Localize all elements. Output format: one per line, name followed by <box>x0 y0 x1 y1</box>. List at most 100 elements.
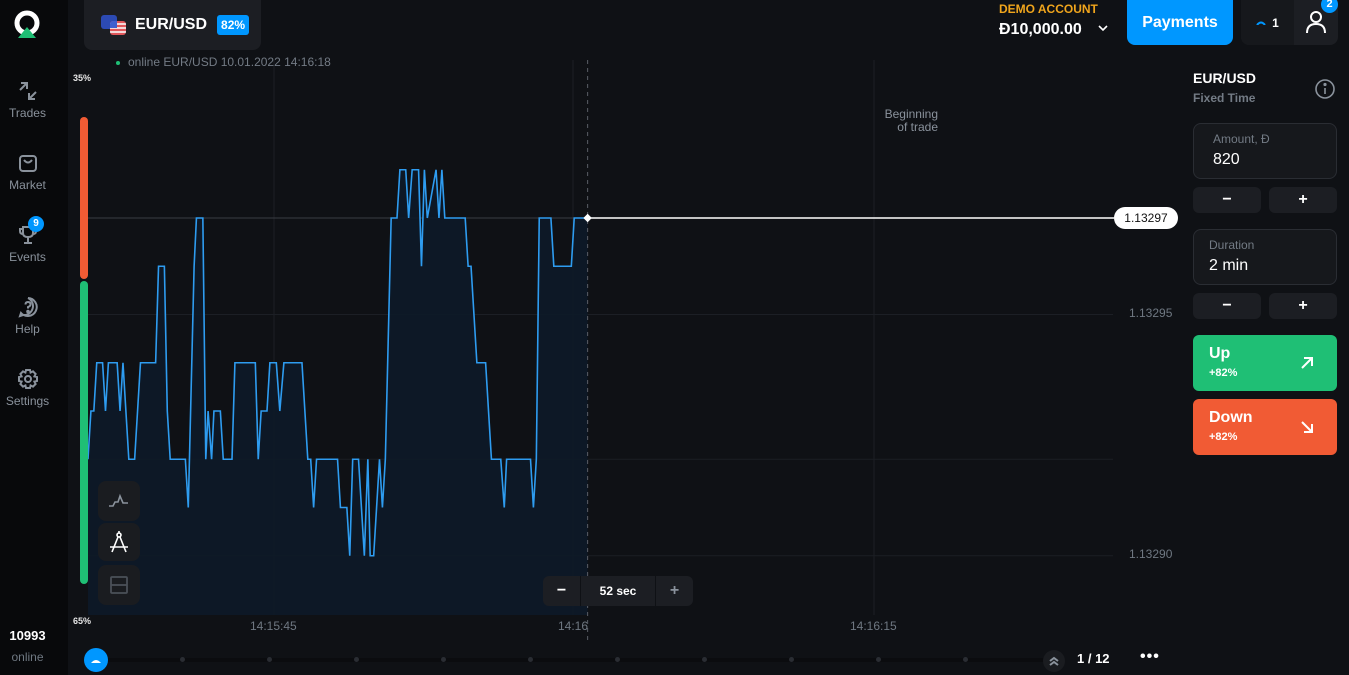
amount-increase-button[interactable]: + <box>1269 187 1337 213</box>
account-type: DEMO ACCOUNT <box>999 2 1098 16</box>
sidebar-item-market[interactable]: Market <box>0 152 55 192</box>
zoom-in-button[interactable]: + <box>656 576 693 606</box>
trade-start-label: Beginning of trade <box>858 108 938 134</box>
timeline-dot[interactable] <box>441 657 446 662</box>
account-selector[interactable]: DEMO ACCOUNT Đ10,000.00 <box>999 2 1108 39</box>
open-trades-button[interactable]: 1 <box>1241 0 1294 45</box>
open-trades-count: 1 <box>1272 15 1279 30</box>
timeline-dot[interactable] <box>354 657 359 662</box>
timeline-scrubber[interactable] <box>84 648 1084 672</box>
events-badge: 9 <box>28 216 44 232</box>
sidebar-item-label: Settings <box>5 394 50 408</box>
drawing-tools-button[interactable] <box>98 523 140 561</box>
arrow-down-right-icon <box>1301 421 1313 433</box>
sidebar-item-help[interactable]: Help <box>0 296 55 336</box>
sidebar-item-label: Events <box>9 250 46 264</box>
up-button[interactable]: Up +82% <box>1193 335 1337 391</box>
panel-asset: EUR/USD <box>1193 70 1257 86</box>
timeline-dot[interactable] <box>528 657 533 662</box>
x-tick-label: 14:16 <box>558 619 589 633</box>
trade-start-label-line2: of trade <box>897 120 938 134</box>
duration-field[interactable]: Duration 2 min <box>1193 229 1337 285</box>
sentiment-down-bar <box>80 117 88 279</box>
arrow-up-right-icon <box>1301 357 1313 369</box>
gear-icon <box>17 369 38 389</box>
split-layout-icon <box>110 576 128 594</box>
x-tick-label: 14:16:15 <box>850 619 897 633</box>
zoom-value: 52 sec <box>580 576 656 606</box>
zoom-out-button[interactable]: − <box>543 576 580 606</box>
sidebar-item-settings[interactable]: Settings <box>0 368 55 408</box>
sidebar-item-trades[interactable]: Trades <box>0 80 55 120</box>
user-area: 1 2 <box>1241 0 1338 45</box>
amount-field[interactable]: Amount, Đ 820 <box>1193 123 1337 179</box>
y-tick-label: 1.13295 <box>1129 306 1173 320</box>
logo-icon[interactable] <box>12 10 42 40</box>
timeline-dot[interactable] <box>963 657 968 662</box>
timeline-dot[interactable] <box>702 657 707 662</box>
account-balance: Đ10,000.00 <box>999 21 1082 38</box>
asset-name: EUR/USD <box>135 16 208 33</box>
eur-usd-flag-icon <box>101 15 126 35</box>
trade-arc-icon <box>1256 21 1266 25</box>
online-label: online <box>11 650 44 664</box>
amount-decrease-button[interactable]: − <box>1193 187 1261 213</box>
layout-button[interactable] <box>98 565 140 605</box>
sidebar-item-label: Trades <box>9 106 46 120</box>
up-payout: +82% <box>1209 367 1238 379</box>
duration-value[interactable]: 2 min <box>1209 257 1248 275</box>
duration-label: Duration <box>1209 238 1255 252</box>
price-chart[interactable]: 35% 65% Beginning of trade 1.13297 1.132… <box>68 60 1180 675</box>
amount-value[interactable]: 820 <box>1213 151 1240 169</box>
trade-panel: EUR/USD Fixed Time Amount, Đ 820 − + Dur… <box>1180 60 1349 675</box>
sidebar-item-label: Market <box>9 178 46 192</box>
help-question-icon <box>17 297 38 318</box>
chevron-down-icon <box>1098 25 1108 32</box>
line-chart-icon <box>109 493 128 507</box>
timeline-dot[interactable] <box>180 657 185 662</box>
up-label: Up <box>1209 345 1231 362</box>
timeline-page-indicator: 1 / 12 <box>1077 651 1110 666</box>
collapse-trades-button[interactable] <box>1043 650 1065 672</box>
down-payout: +82% <box>1209 431 1238 443</box>
notification-badge: 2 <box>1321 0 1338 13</box>
timeline-handle[interactable] <box>84 648 108 672</box>
sentiment-bottom-percent: 65% <box>73 616 92 626</box>
timeline-dot[interactable] <box>267 657 272 662</box>
price-area <box>88 169 588 615</box>
duration-decrease-button[interactable]: − <box>1193 293 1261 319</box>
asset-payout-badge: 82% <box>217 15 250 35</box>
current-price-tag: 1.13297 <box>1114 207 1178 229</box>
zoom-control: − 52 sec + <box>543 576 693 606</box>
x-tick-label: 14:15:45 <box>250 619 297 633</box>
sidebar-item-label: Help <box>15 322 40 336</box>
sidebar: Trades Market 9 Events Help Settings 109… <box>0 0 68 675</box>
trading-app: Trades Market 9 Events Help Settings 109… <box>0 0 1349 675</box>
down-label: Down <box>1209 409 1253 426</box>
compass-icon <box>110 531 128 553</box>
chevrons-up-icon <box>1049 656 1059 666</box>
user-profile-icon[interactable] <box>1303 9 1329 35</box>
info-icon[interactable] <box>1314 78 1336 100</box>
timeline-dot[interactable] <box>789 657 794 662</box>
online-count: 10993 <box>9 628 46 643</box>
panel-mode: Fixed Time <box>1193 91 1256 105</box>
timeline-dot[interactable] <box>615 657 620 662</box>
asset-tab[interactable]: EUR/USD 82% <box>84 0 261 50</box>
trades-arrows-icon <box>18 82 37 100</box>
amount-label: Amount, Đ <box>1213 132 1270 146</box>
payments-button[interactable]: Payments <box>1127 0 1233 45</box>
trade-arc-icon <box>91 660 101 663</box>
down-button[interactable]: Down +82% <box>1193 399 1337 455</box>
duration-increase-button[interactable]: + <box>1269 293 1337 319</box>
sidebar-item-events[interactable]: 9 Events <box>0 216 55 264</box>
more-options-button[interactable]: ••• <box>1140 648 1160 666</box>
y-tick-label: 1.13290 <box>1129 547 1173 561</box>
sentiment-top-percent: 35% <box>73 73 92 83</box>
shopping-bag-icon <box>18 155 37 172</box>
online-users: 10993 online <box>0 628 55 664</box>
sentiment-up-bar <box>80 281 88 584</box>
timeline-dot[interactable] <box>876 657 881 662</box>
timeline-track <box>94 658 1064 662</box>
chart-type-button[interactable] <box>98 481 140 521</box>
